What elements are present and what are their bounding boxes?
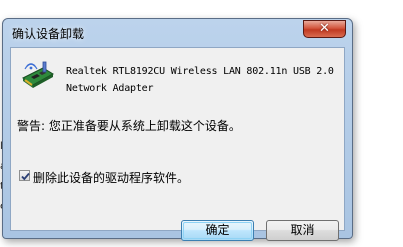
close-button[interactable]: ✕ [303, 20, 346, 38]
warning-text: 警告: 您正准备要从系统上卸载这个设备。 [17, 119, 241, 133]
uninstall-device-dialog: 确认设备卸载 ✕ Realtek RTL8192CU Wireless LAN … [2, 18, 353, 241]
cancel-button-label: 取消 [290, 223, 315, 237]
title-bar[interactable]: 确认设备卸载 ✕ [3, 19, 352, 45]
dialog-title: 确认设备卸载 [12, 27, 85, 41]
dialog-content: Realtek RTL8192CU Wireless LAN 802.11n U… [10, 47, 345, 241]
checkmark-icon [21, 172, 30, 181]
network-adapter-icon [21, 60, 55, 90]
ok-button-focus-ring [183, 222, 252, 239]
delete-driver-label[interactable]: 删除此设备的驱动程序软件。 [33, 169, 189, 186]
device-name: Realtek RTL8192CU Wireless LAN 802.11n U… [66, 66, 334, 94]
delete-driver-checkbox[interactable] [19, 170, 30, 181]
cancel-button[interactable]: 取消 [266, 220, 339, 241]
close-icon: ✕ [319, 21, 330, 36]
ok-button[interactable]: 确定 [181, 220, 254, 241]
